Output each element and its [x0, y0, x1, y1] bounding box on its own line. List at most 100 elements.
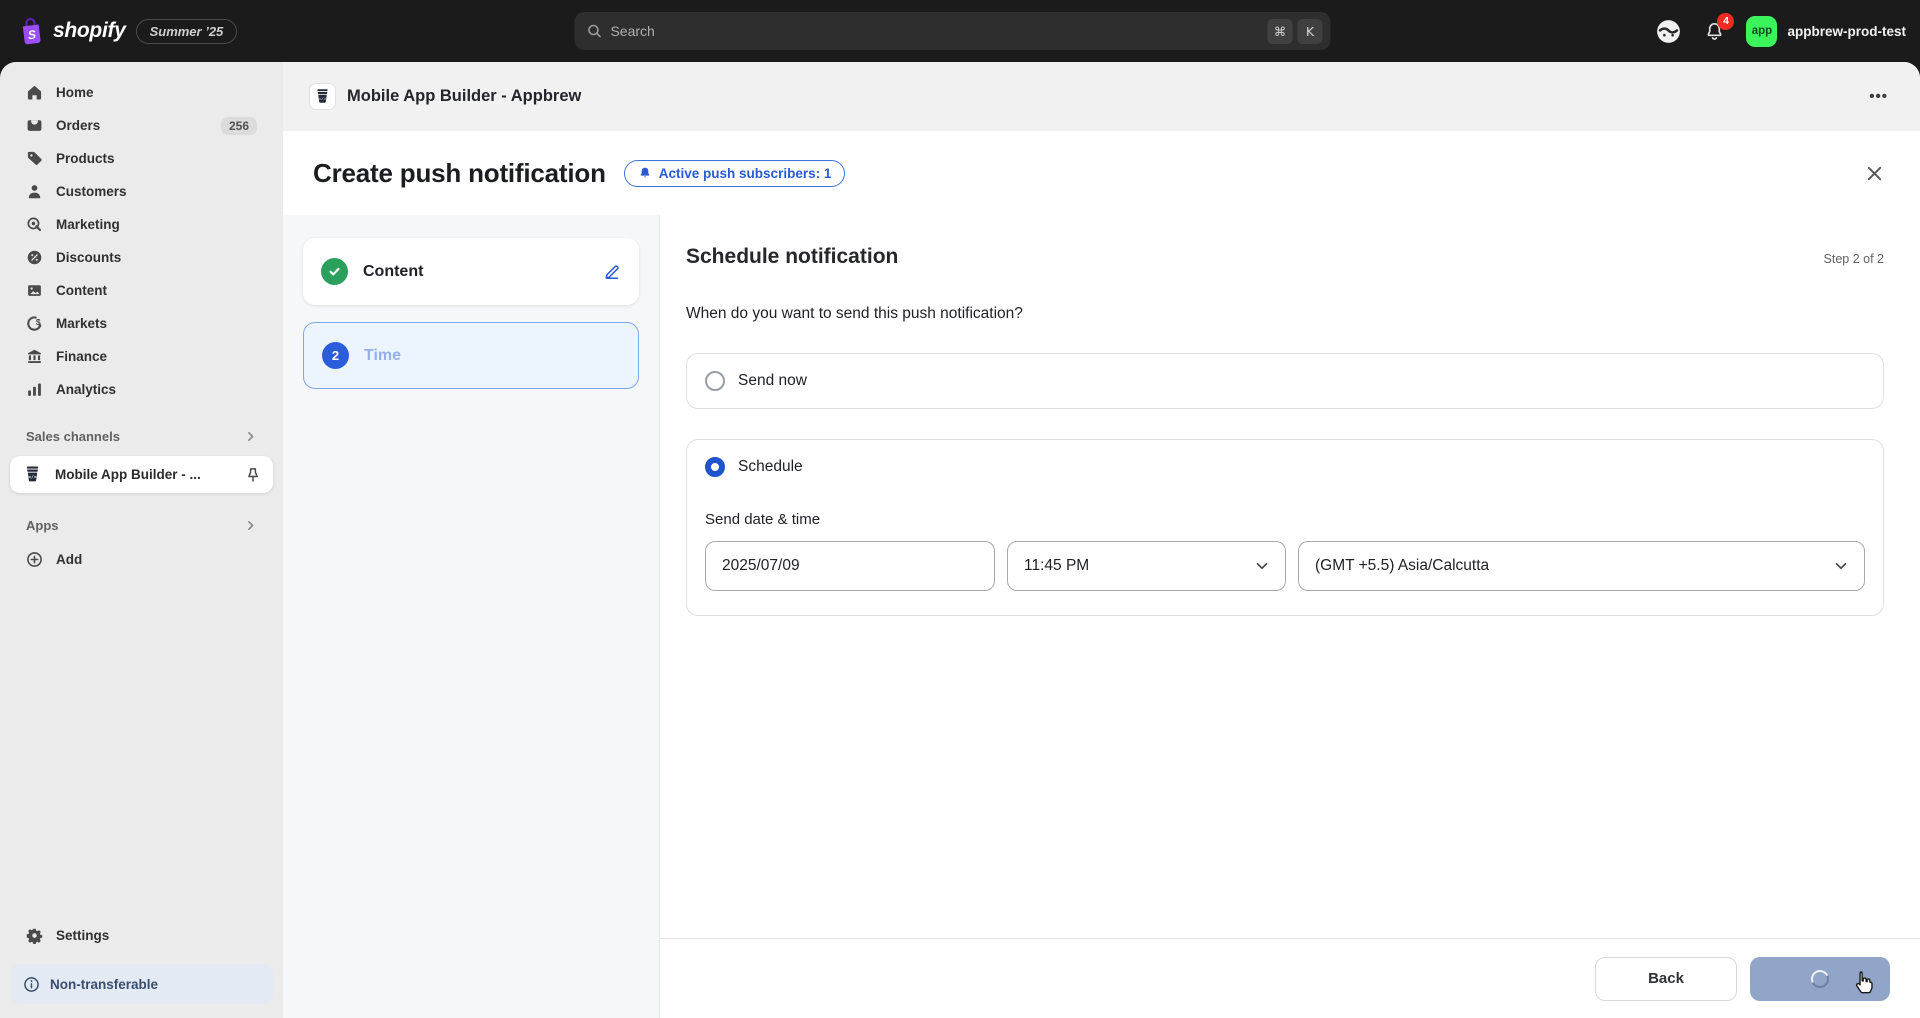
steps-panel: Content 2 Time	[283, 215, 660, 1018]
schedule-form: Schedule notification Step 2 of 2 When d…	[660, 215, 1920, 1018]
sidebar-item-content[interactable]: Content	[12, 274, 271, 307]
step-indicator: Step 2 of 2	[1823, 252, 1884, 266]
radio-send-now[interactable]	[705, 371, 725, 391]
sidebar-item-orders[interactable]: Orders 256	[12, 109, 271, 142]
gear-icon	[26, 927, 43, 944]
send-now-card: Send now	[686, 353, 1884, 409]
topbar-right: 4 app appbrew-prod-test	[1654, 0, 1906, 62]
plus-circle-icon	[26, 551, 43, 568]
sidebar-item-marketing[interactable]: Marketing	[12, 208, 271, 241]
content-icon	[26, 282, 43, 299]
datetime-inputs: 11:45 PM (GMT +5.5) Asia/Calcutta	[705, 541, 1865, 591]
sidebar-item-label: Customers	[56, 184, 127, 199]
store-menu-button[interactable]: app appbrew-prod-test	[1746, 15, 1906, 47]
step-complete-icon	[321, 258, 348, 285]
orders-icon	[26, 117, 43, 134]
marketing-icon	[26, 216, 43, 233]
sales-channels-header[interactable]: Sales channels	[12, 422, 271, 450]
apps-header[interactable]: Apps	[12, 511, 271, 539]
sidebar-item-markets[interactable]: $ Markets	[12, 307, 271, 340]
sidebar-item-label: Finance	[56, 349, 108, 364]
timezone-select[interactable]: (GMT +5.5) Asia/Calcutta	[1298, 541, 1865, 591]
settings-label: Settings	[56, 928, 110, 943]
sidebar-item-label: Products	[56, 151, 115, 166]
sidebar-item-settings[interactable]: Settings	[12, 919, 271, 952]
content-panel: Create push notification Active push sub…	[283, 131, 1920, 1018]
sidebar-item-label: Analytics	[56, 382, 117, 397]
edit-content-button[interactable]	[603, 263, 621, 281]
coffee-cup-icon: </>	[317, 89, 328, 103]
form-footer: Back	[660, 938, 1920, 1018]
apps-label: Apps	[26, 517, 59, 533]
sidebar-item-finance[interactable]: Finance	[12, 340, 271, 373]
app-header: </> Mobile App Builder - Appbrew •••	[283, 62, 1920, 131]
k-key: K	[1297, 18, 1323, 44]
app-icon-tile: </>	[309, 83, 336, 110]
markets-icon: $	[26, 315, 43, 332]
sidebar-item-label: Home	[56, 85, 94, 100]
sidebar-item-mobile-app-builder[interactable]: </> Mobile App Builder - ...	[10, 456, 273, 493]
page-title: Create push notification	[313, 157, 606, 188]
sidebar-item-label: Markets	[56, 316, 108, 331]
shopify-bag-icon: S	[18, 16, 45, 46]
store-name: appbrew-prod-test	[1787, 23, 1906, 39]
sidebar-item-add-app[interactable]: Add	[12, 543, 271, 576]
form-heading: Schedule notification	[686, 245, 899, 268]
sidekick-icon	[1654, 17, 1683, 46]
more-actions-button[interactable]: •••	[1863, 84, 1894, 109]
sidebar-item-label: Marketing	[56, 217, 120, 232]
orders-count-badge: 256	[220, 116, 257, 135]
search-input[interactable]	[610, 23, 1263, 39]
wizard-body: Content 2 Time Schedule notification Ste…	[283, 215, 1920, 1018]
step-time[interactable]: 2 Time	[303, 322, 639, 389]
products-icon	[26, 150, 43, 167]
topbar: S shopify Summer ’25 ⌘ K 4 app appbrew-p…	[0, 0, 1920, 62]
send-now-option[interactable]: Send now	[687, 354, 1883, 408]
shopify-wordmark: shopify	[53, 19, 126, 42]
mouse-cursor	[1855, 970, 1873, 993]
send-question: When do you want to send this push notif…	[686, 305, 1023, 322]
main-area: </> Mobile App Builder - Appbrew ••• Cre…	[283, 62, 1920, 1018]
schedule-label: Schedule	[738, 458, 803, 475]
sidebar-item-label: Discounts	[56, 250, 122, 265]
add-label: Add	[56, 552, 83, 567]
svg-text:S: S	[27, 28, 37, 43]
version-badge: Summer ’25	[135, 18, 238, 44]
schedule-card: Schedule Send date & time 11:45 PM	[686, 439, 1884, 616]
close-button[interactable]	[1859, 158, 1890, 189]
schedule-submit-button[interactable]	[1750, 956, 1890, 1001]
sidebar-item-products[interactable]: Products	[12, 142, 271, 175]
svg-text:</>: </>	[319, 97, 327, 102]
chevron-down-icon	[1835, 562, 1847, 570]
pin-icon[interactable]	[245, 467, 261, 483]
app-shell: Home Orders 256 Products Customers Marke…	[0, 62, 1920, 1018]
coffee-cup-icon: </>	[22, 464, 43, 485]
schedule-option[interactable]: Schedule	[687, 440, 1883, 494]
form-body: Schedule notification Step 2 of 2 When d…	[660, 215, 1920, 938]
radio-schedule[interactable]	[705, 457, 725, 477]
time-select[interactable]: 11:45 PM	[1007, 541, 1286, 591]
step-label: Time	[364, 346, 402, 364]
sidebar-item-customers[interactable]: Customers	[12, 175, 271, 208]
edit-pencil-icon	[605, 264, 619, 279]
sidekick-button[interactable]	[1654, 17, 1683, 46]
notifications-button[interactable]: 4	[1703, 12, 1735, 43]
back-button[interactable]: Back	[1595, 956, 1737, 1001]
sidebar-item-discounts[interactable]: Discounts	[12, 241, 271, 274]
time-value: 11:45 PM	[1024, 557, 1090, 574]
shopify-logo[interactable]: S shopify	[18, 16, 126, 46]
sidebar-item-home[interactable]: Home	[12, 76, 271, 109]
non-transferable-notice[interactable]: Non-transferable	[10, 964, 273, 1004]
step-content[interactable]: Content	[303, 238, 639, 305]
chevron-right-icon	[244, 519, 257, 532]
date-input[interactable]	[705, 541, 995, 591]
sidebar-item-analytics[interactable]: Analytics	[12, 373, 271, 406]
global-search[interactable]: ⌘ K	[574, 12, 1331, 50]
chevron-right-icon	[244, 430, 257, 443]
chevron-down-icon	[1256, 562, 1268, 570]
close-icon	[1867, 166, 1882, 180]
notice-label: Non-transferable	[50, 976, 159, 992]
page-title-row: Create push notification Active push sub…	[283, 131, 1920, 215]
app-header-title: Mobile App Builder - Appbrew	[347, 87, 582, 105]
